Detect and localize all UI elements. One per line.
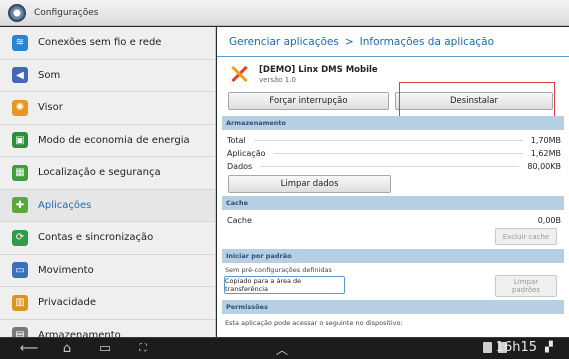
- sidebar-item[interactable]: ▭ Movimento: [0, 255, 215, 287]
- screenshot-icon[interactable]: ⛶: [130, 343, 156, 354]
- title-bar: Configurações: [0, 0, 569, 26]
- sidebar-item-label: Movimento: [38, 264, 94, 276]
- storage-status-icon: [483, 342, 492, 353]
- storage-row-data: Dados 80,00KB: [227, 160, 561, 172]
- wifi-icon: ≋: [12, 34, 28, 51]
- storage-row-total: Total 1,70MB: [227, 134, 561, 146]
- recent-apps-icon[interactable]: ▭: [92, 341, 118, 356]
- storage-application-label: Aplicação: [227, 148, 266, 158]
- storage-icon: ▤: [12, 327, 28, 337]
- defaults-section-header: Iniciar por padrão: [222, 249, 564, 263]
- back-icon[interactable]: ⟵: [16, 341, 42, 356]
- storage-total-label: Total: [227, 135, 246, 145]
- brightness-icon: ✺: [12, 99, 28, 116]
- highlight-frame: [399, 82, 555, 119]
- app-logo-icon: [229, 64, 249, 84]
- storage-total-value: 1,70MB: [530, 135, 561, 145]
- signal-icon: ▞: [545, 342, 553, 353]
- settings-gear-icon: [8, 3, 26, 22]
- sidebar-item[interactable]: ▦ Localização e segurança: [0, 157, 215, 190]
- storage-data-label: Dados: [227, 161, 253, 171]
- applications-icon: ✚: [12, 197, 28, 214]
- clear-cache-button[interactable]: Excluir cache: [495, 228, 557, 245]
- clear-defaults-button[interactable]: Limpar padrões: [495, 275, 557, 297]
- sidebar-item[interactable]: ▣ Modo de economia de energia: [0, 125, 215, 157]
- location-security-icon: ▦: [12, 164, 28, 181]
- sidebar-item-label: Armazenamento: [38, 329, 121, 337]
- sidebar-item[interactable]: ▤ Armazenamento: [0, 320, 215, 337]
- permissions-note: Esta aplicação pode acessar o seguinte n…: [225, 319, 403, 327]
- window-title: Configurações: [34, 7, 99, 18]
- sidebar-item-label: Som: [38, 69, 61, 81]
- storage-application-value: 1,62MB: [530, 148, 561, 158]
- cache-row: Cache 0,00B: [227, 214, 561, 226]
- defaults-note: Sem pré-configurações definidas: [225, 266, 332, 274]
- cache-value: 0,00B: [537, 215, 561, 225]
- speaker-icon: ◀: [12, 67, 28, 84]
- breadcrumb-parent[interactable]: Gerenciar aplicações: [229, 36, 339, 48]
- sidebar-item-label: Aplicações: [38, 199, 92, 211]
- breadcrumb-current: Informações da aplicação: [359, 35, 495, 48]
- chevron-up-icon[interactable]: ︿: [276, 341, 288, 358]
- sidebar-item-label: Modo de economia de energia: [38, 134, 190, 146]
- sidebar-item-label: Privacidade: [38, 297, 97, 309]
- cache-section-header: Cache: [222, 196, 564, 210]
- cache-label: Cache: [227, 215, 252, 225]
- sidebar-item[interactable]: ▥ Privacidade: [0, 287, 215, 320]
- sidebar-item[interactable]: ◀ Som: [0, 60, 215, 92]
- sidebar-item-label: Conexões sem fio e rede: [38, 37, 162, 49]
- app-version: versão 1.0: [259, 75, 296, 84]
- breadcrumb-separator: >: [344, 35, 354, 48]
- app-name: [DEMO] Linx DMS Mobile: [259, 64, 378, 75]
- status-clock: 16h15: [495, 340, 537, 355]
- app-header: [DEMO] Linx DMS Mobile versão 1.0: [229, 64, 378, 84]
- breadcrumb: Gerenciar aplicações > Informações da ap…: [217, 27, 569, 57]
- system-navigation-bar: ⟵ ⌂ ▭ ⛶ ︿ 16h15 ▞: [0, 337, 569, 359]
- sidebar-item-label: Localização e segurança: [38, 167, 161, 179]
- sync-icon: ⟳: [12, 229, 28, 246]
- sidebar-item-label: Visor: [38, 102, 63, 114]
- privacy-icon: ▥: [12, 294, 28, 311]
- power-save-icon: ▣: [12, 132, 28, 149]
- permissions-section-header: Permissões: [222, 300, 564, 314]
- force-stop-button[interactable]: Forçar interrupção: [228, 92, 389, 110]
- clear-data-button[interactable]: Limpar dados: [228, 175, 391, 193]
- home-icon[interactable]: ⌂: [54, 341, 80, 356]
- sidebar-item-label: Contas e sincronização: [38, 232, 154, 244]
- sidebar-item[interactable]: ✚ Aplicações: [0, 189, 215, 222]
- app-info-panel: Gerenciar aplicações > Informações da ap…: [217, 27, 569, 337]
- clipboard-toast: Copiado para a área de transferência: [224, 276, 345, 294]
- sidebar-item[interactable]: ≋ Conexões sem fio e rede: [0, 27, 215, 60]
- sidebar-item[interactable]: ✺ Visor: [0, 92, 215, 125]
- motion-icon: ▭: [12, 262, 28, 279]
- storage-data-value: 80,00KB: [527, 161, 561, 171]
- storage-section-header: Armazenamento: [222, 116, 564, 130]
- settings-sidebar: ≋ Conexões sem fio e rede ◀ Som ✺ Visor ▣ Modo …: [0, 27, 216, 337]
- storage-row-application: Aplicação 1,62MB: [227, 147, 561, 159]
- sidebar-item[interactable]: ⟳ Contas e sincronização: [0, 222, 215, 255]
